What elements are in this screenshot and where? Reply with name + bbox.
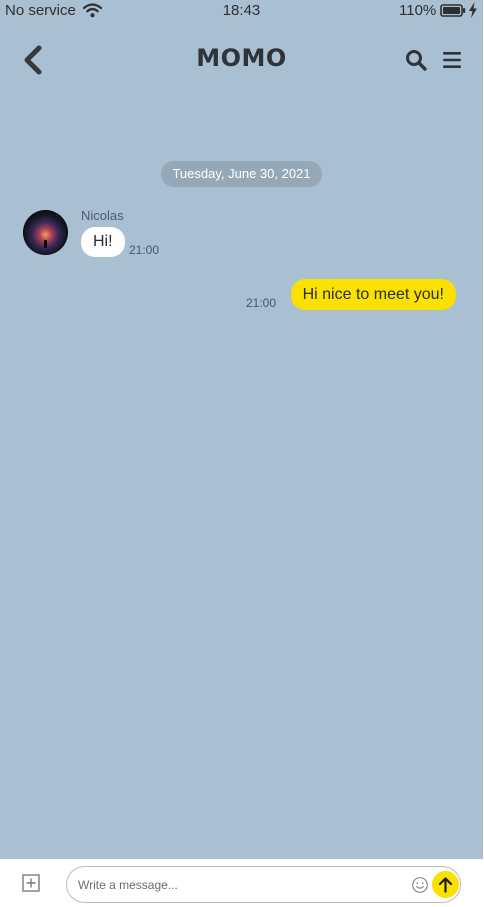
message-composer xyxy=(0,859,483,907)
arrow-up-icon xyxy=(438,877,453,893)
emoji-icon[interactable] xyxy=(411,876,429,894)
chat-header: MOMO xyxy=(0,35,483,85)
hamburger-menu-icon[interactable] xyxy=(442,50,462,70)
battery-percent-label: 110% xyxy=(399,2,437,19)
message-input[interactable] xyxy=(78,876,398,894)
avatar[interactable] xyxy=(23,210,68,255)
charging-bolt-icon xyxy=(469,2,477,18)
battery-icon xyxy=(440,4,466,17)
message-input-box xyxy=(66,866,461,903)
outgoing-message-bubble[interactable]: Hi nice to meet you! xyxy=(290,279,456,310)
incoming-message-bubble[interactable]: Hi! xyxy=(81,227,125,257)
chat-screen: No service 18:43 110% MOMO Tuesday, June… xyxy=(0,0,483,907)
sender-name: Nicolas xyxy=(81,208,124,223)
add-attachment-icon[interactable] xyxy=(22,874,40,892)
incoming-message-time: 21:00 xyxy=(129,243,160,257)
status-bar: No service 18:43 110% xyxy=(0,0,483,22)
send-button[interactable] xyxy=(432,871,459,898)
search-icon[interactable] xyxy=(404,48,428,72)
date-separator: Tuesday, June 30, 2021 xyxy=(161,161,322,187)
outgoing-message-time: 21:00 xyxy=(246,296,277,310)
avatar-silhouette xyxy=(44,240,47,248)
